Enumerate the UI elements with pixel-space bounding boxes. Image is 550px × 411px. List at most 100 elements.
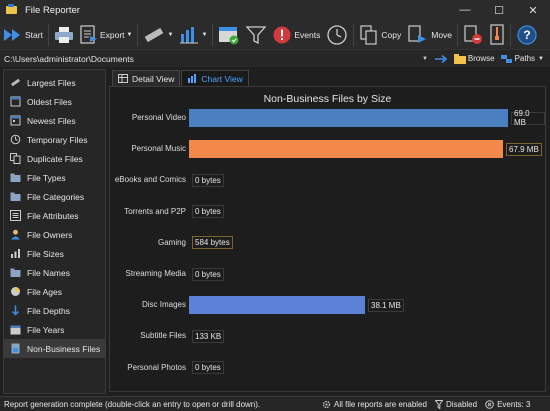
export-button[interactable]: Export ▼: [77, 21, 136, 48]
export-icon: [80, 24, 97, 44]
path-bar: C:\Users\administrator\Documents ▼ Brows…: [0, 49, 550, 67]
category-label: Personal Photos: [127, 362, 186, 372]
category-label: eBooks and Comics: [114, 175, 186, 185]
sidebar-item-file-depths[interactable]: File Depths: [4, 301, 105, 320]
status-bar: Report generation complete (double-click…: [0, 396, 550, 411]
start-icon: [4, 28, 20, 41]
calendar-check-icon: [219, 26, 239, 44]
category-label: Personal Music: [131, 144, 186, 154]
attributes-icon: [10, 210, 21, 221]
filter-icon: [246, 25, 267, 44]
filter-button[interactable]: [243, 21, 269, 48]
sidebar-item-label: File Depths: [27, 305, 70, 316]
sidebar-item-oldest-files[interactable]: Oldest Files: [4, 92, 105, 111]
data-label: 69.0 MB: [511, 109, 545, 127]
tab-chart-view[interactable]: Chart View: [181, 70, 249, 86]
close-button[interactable]: ✕: [516, 0, 550, 20]
sidebar-item-label: File Names: [27, 267, 70, 278]
filter-icon: [434, 399, 443, 409]
move-icon: [408, 24, 427, 43]
tab-detail-view[interactable]: Detail View: [112, 70, 181, 86]
chevron-down-icon: ▼: [538, 55, 544, 62]
document-icon: [10, 343, 21, 354]
move-button[interactable]: Move: [404, 21, 455, 48]
sidebar-item-label: File Owners: [27, 229, 73, 240]
archive-button[interactable]: [486, 21, 508, 48]
chart-button[interactable]: ▼: [176, 21, 210, 48]
delete-document-icon: [464, 24, 483, 44]
category-label: Personal Video: [131, 113, 186, 122]
filter-status[interactable]: Disabled: [434, 399, 477, 409]
clock-icon: [327, 24, 348, 45]
app-folder-icon: [6, 4, 18, 16]
data-label: 38.1 MB: [368, 298, 404, 312]
category-label: Gaming: [157, 237, 186, 247]
help-button[interactable]: ?: [513, 21, 541, 48]
reports-status[interactable]: All file reports are enabled: [322, 400, 427, 409]
sidebar-item-file-names[interactable]: File Names: [4, 263, 105, 282]
print-button[interactable]: [51, 21, 77, 48]
events-status[interactable]: Events: 3: [485, 400, 530, 409]
path-dropdown-icon[interactable]: ▼: [422, 56, 428, 62]
ruler-icon: [145, 27, 164, 42]
events-button[interactable]: Events: [269, 21, 323, 48]
measure-button[interactable]: ▼: [140, 21, 176, 48]
data-label: 0 bytes: [192, 267, 224, 281]
sidebar-item-duplicate-files[interactable]: Duplicate Files: [4, 149, 105, 168]
sidebar-item-label: File Categories: [27, 191, 85, 202]
sidebar-item-file-sizes[interactable]: File Sizes: [4, 244, 105, 263]
go-button[interactable]: [434, 54, 448, 64]
paths-button[interactable]: Paths ▼: [500, 54, 544, 64]
window-title: File Reporter: [25, 4, 80, 16]
alert-icon: [273, 26, 291, 43]
browse-button[interactable]: Browse: [453, 53, 495, 64]
sidebar-item-file-owners[interactable]: File Owners: [4, 225, 105, 244]
status-message: Report generation complete (double-click…: [4, 399, 261, 409]
schedule-button[interactable]: [215, 21, 243, 48]
sidebar-item-file-years[interactable]: File Years: [4, 320, 105, 339]
chevron-down-icon: ▼: [126, 31, 133, 38]
bar[interactable]: [189, 296, 365, 315]
gear-icon: [322, 400, 331, 408]
toolbar-separator: [47, 23, 49, 46]
sidebar-item-label: Newest Files: [27, 115, 76, 126]
maximize-button[interactable]: ☐: [482, 0, 516, 20]
sidebar-item-largest-files[interactable]: Largest Files: [4, 73, 105, 92]
start-button[interactable]: Start: [0, 21, 46, 48]
data-label: 67.9 MB: [506, 142, 542, 156]
duplicate-files-icon: [10, 153, 21, 164]
printer-icon: [54, 26, 73, 43]
data-label: 0 bytes: [192, 361, 224, 375]
sidebar-item-newest-files[interactable]: Newest Files: [4, 111, 105, 130]
data-label: 584 bytes: [192, 236, 233, 250]
toolbar-separator: [457, 23, 459, 46]
path-input[interactable]: C:\Users\administrator\Documents: [4, 54, 422, 64]
sidebar-item-label: File Ages: [27, 286, 62, 297]
sidebar-item-file-types[interactable]: File Types: [4, 168, 105, 187]
category-label: Streaming Media: [125, 269, 186, 278]
toolbar-separator: [353, 23, 355, 46]
sidebar-item-temporary-files[interactable]: Temporary Files: [4, 130, 105, 149]
bar[interactable]: [189, 109, 508, 127]
newest-files-icon: [10, 115, 21, 126]
toolbar: Start Export ▼ ▼ ▼ Events Copy Move ?: [0, 20, 550, 49]
sidebar-item-label: Non-Business Files: [27, 343, 101, 354]
view-tabs: Detail View Chart View: [112, 70, 250, 86]
largest-files-icon: [10, 77, 21, 88]
minimize-button[interactable]: —: [448, 0, 482, 20]
sidebar-item-label: Oldest Files: [27, 96, 72, 107]
help-icon: ?: [517, 24, 537, 45]
archive-icon: [490, 23, 504, 45]
history-button[interactable]: [323, 21, 351, 48]
sidebar-item-file-categories[interactable]: File Categories: [4, 187, 105, 206]
sidebar-item-file-ages[interactable]: File Ages: [4, 282, 105, 301]
copy-button[interactable]: Copy: [356, 21, 404, 48]
sidebar-item-label: Largest Files: [27, 77, 76, 88]
title-bar: File Reporter — ☐ ✕: [0, 0, 550, 20]
sidebar-item-non-business-files[interactable]: Non-Business Files: [4, 339, 105, 358]
delete-button[interactable]: [460, 21, 486, 48]
sidebar-item-file-attributes[interactable]: File Attributes: [4, 206, 105, 225]
bar[interactable]: [189, 140, 503, 159]
arrow-right-icon: [434, 54, 448, 63]
report-sidebar: Largest Files Oldest Files Newest Files Tem…: [3, 69, 106, 394]
